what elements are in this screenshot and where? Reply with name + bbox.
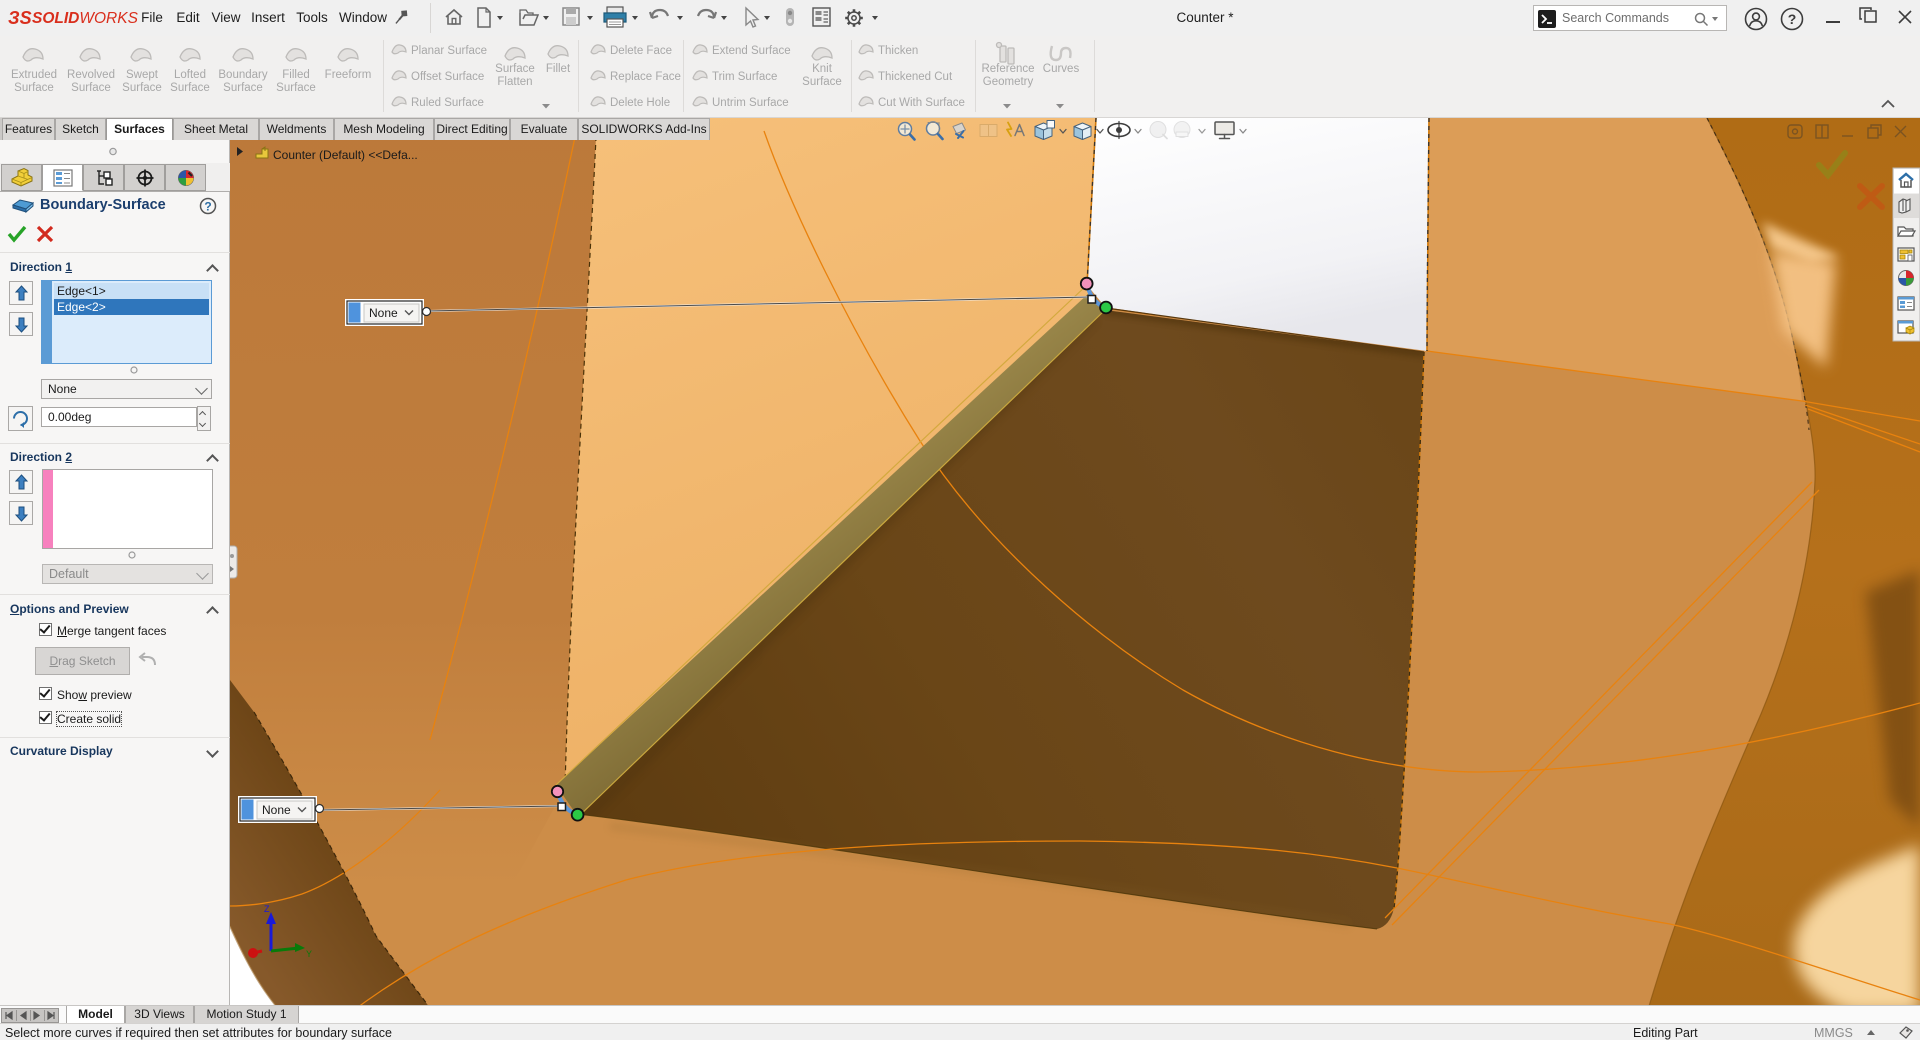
svg-text:None: None bbox=[369, 306, 398, 320]
svg-text:None: None bbox=[262, 803, 291, 817]
svg-text:?: ? bbox=[1788, 11, 1797, 27]
svg-text:Z: Z bbox=[264, 904, 270, 914]
svg-text:SOLIDWORKS: SOLIDWORKS bbox=[32, 10, 139, 27]
svg-text:Y: Y bbox=[306, 949, 312, 959]
svg-text:Counter (Default) <<Defa...: Counter (Default) <<Defa... bbox=[273, 148, 418, 162]
svg-text:ЗS: ЗS bbox=[8, 8, 32, 28]
svg-text:?: ? bbox=[204, 200, 211, 214]
